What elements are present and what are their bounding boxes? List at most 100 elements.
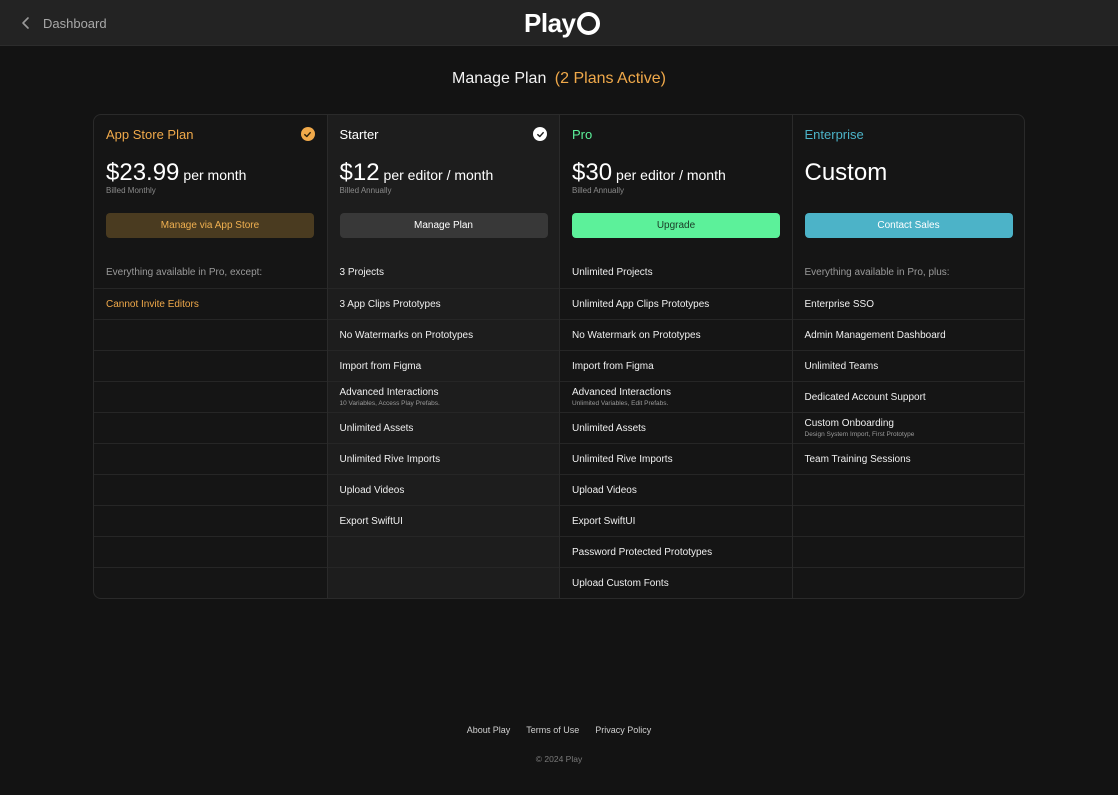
plan-price: $12 per editor / month [340, 159, 494, 187]
feature-row: Unlimited Projects [560, 257, 792, 288]
feature-list: 3 Projects 3 App Clips Prototypes No Wat… [327, 257, 560, 598]
feature-label: Export SwiftUI [572, 515, 636, 527]
feature-row: Import from Figma [560, 350, 792, 381]
plan-name: Starter [339, 127, 379, 142]
feature-label: Advanced Interactions [339, 387, 439, 398]
feature-row: Unlimited App Clips Prototypes [560, 288, 792, 319]
feature-label: Admin Management Dashboard [804, 329, 946, 341]
feature-label: No Watermark on Prototypes [572, 329, 701, 341]
feature-row-empty [94, 443, 327, 474]
back-label: Dashboard [43, 15, 107, 31]
logo-text: Play [524, 7, 576, 38]
feature-row: Advanced Interactions 10 Variables, Acce… [327, 381, 559, 412]
feature-label: Unlimited Assets [339, 422, 414, 434]
feature-row: Unlimited Teams [792, 350, 1024, 381]
plan-column-enterprise: Enterprise Custom Contact Sales Everythi… [791, 115, 1025, 598]
plan-header: App Store Plan $23.99 per month Billed M… [94, 115, 327, 257]
manage-via-app-store-button[interactable]: Manage via App Store [106, 213, 314, 238]
feature-row: Import from Figma [327, 350, 559, 381]
feature-row: Export SwiftUI [327, 505, 559, 536]
feature-label: Enterprise SSO [804, 298, 874, 310]
feature-row: Export SwiftUI [560, 505, 792, 536]
feature-row: Enterprise SSO [792, 288, 1024, 319]
plan-column-pro: Pro $30 per editor / month Billed Annual… [559, 115, 792, 598]
feature-label: Everything available in Pro, except: [106, 267, 263, 278]
feature-row: Custom Onboarding Design System Import, … [792, 412, 1024, 443]
feature-label: Upload Videos [339, 484, 405, 496]
upgrade-button[interactable]: Upgrade [572, 213, 780, 238]
feature-row-empty [327, 567, 559, 598]
feature-row: Unlimited Rive Imports [327, 443, 559, 474]
plan-price: $30 per editor / month [572, 159, 726, 187]
feature-row: Unlimited Assets [560, 412, 792, 443]
feature-label: Everything available in Pro, plus: [804, 267, 950, 278]
back-to-dashboard-link[interactable]: Dashboard [18, 11, 107, 35]
check-circle-icon [533, 127, 547, 141]
feature-row-empty [792, 536, 1024, 567]
billing-cycle: Billed Annually [572, 186, 625, 195]
feature-list: Everything available in Pro, except: Can… [94, 257, 327, 598]
feature-list: Unlimited Projects Unlimited App Clips P… [560, 257, 792, 598]
plan-price: $23.99 per month [106, 159, 246, 187]
feature-row: Everything available in Pro, except: [94, 257, 327, 288]
contact-sales-button[interactable]: Contact Sales [804, 213, 1013, 238]
feature-row-empty [94, 567, 327, 598]
feature-label: Unlimited Projects [572, 267, 653, 278]
feature-row: No Watermark on Prototypes [560, 319, 792, 350]
plans-table: App Store Plan $23.99 per month Billed M… [93, 114, 1025, 599]
feature-label: Unlimited Assets [572, 422, 646, 434]
price-amount: $12 [339, 159, 380, 186]
feature-row: Unlimited Rive Imports [560, 443, 792, 474]
feature-label: Import from Figma [572, 360, 654, 372]
feature-row: Upload Custom Fonts [560, 567, 792, 598]
feature-list: Everything available in Pro, plus: Enter… [792, 257, 1025, 598]
manage-plan-button[interactable]: Manage Plan [339, 213, 548, 238]
feature-row-empty [792, 567, 1024, 598]
feature-row: 3 Projects [328, 257, 560, 288]
plan-column-starter: Starter $12 per editor / month Billed An… [326, 115, 560, 598]
feature-sublabel: 10 Variables, Access Play Prefabs. [339, 400, 440, 407]
plan-header: Starter $12 per editor / month Billed An… [328, 115, 560, 257]
feature-row: Upload Videos [327, 474, 559, 505]
footer-links: About Play Terms of Use Privacy Policy [0, 725, 1118, 735]
feature-row: Cannot Invite Editors [94, 288, 327, 319]
price-amount: $30 [572, 159, 613, 186]
feature-row: Admin Management Dashboard [792, 319, 1024, 350]
feature-label: Dedicated Account Support [804, 391, 926, 403]
plan-column-app-store: App Store Plan $23.99 per month Billed M… [94, 115, 327, 598]
terms-of-use-link[interactable]: Terms of Use [526, 725, 579, 735]
feature-label: Unlimited Rive Imports [572, 453, 673, 465]
feature-row: Team Training Sessions [792, 443, 1024, 474]
plan-header: Pro $30 per editor / month Billed Annual… [560, 115, 792, 257]
billing-cycle: Billed Annually [339, 186, 392, 195]
billing-cycle: Billed Monthly [106, 186, 156, 195]
feature-label: Unlimited Teams [804, 360, 879, 372]
feature-row: Everything available in Pro, plus: [793, 257, 1025, 288]
plan-name: Enterprise [804, 127, 864, 142]
feature-label: No Watermarks on Prototypes [339, 329, 474, 341]
feature-label: Cannot Invite Editors [106, 298, 199, 310]
about-play-link[interactable]: About Play [467, 725, 511, 735]
plan-name: App Store Plan [106, 127, 194, 142]
feature-label: Team Training Sessions [804, 453, 911, 465]
feature-row-empty [94, 412, 327, 443]
feature-label: Unlimited Rive Imports [339, 453, 441, 465]
play-logo: Play [524, 7, 600, 38]
feature-sublabel: Design System Import, First Prototype [804, 431, 915, 438]
feature-row: No Watermarks on Prototypes [327, 319, 559, 350]
top-bar: Dashboard Play [0, 0, 1118, 46]
active-plans-count: (2 Plans Active) [554, 70, 666, 87]
feature-row: Upload Videos [560, 474, 792, 505]
feature-row: 3 App Clips Prototypes [327, 288, 559, 319]
plan-header: Enterprise Custom Contact Sales [793, 115, 1025, 257]
feature-row: Advanced Interactions Unlimited Variable… [560, 381, 792, 412]
feature-row: Dedicated Account Support [792, 381, 1024, 412]
feature-row-empty [792, 474, 1024, 505]
privacy-policy-link[interactable]: Privacy Policy [595, 725, 651, 735]
feature-label: Upload Videos [572, 484, 637, 496]
feature-label: Import from Figma [339, 360, 422, 372]
feature-row-empty [94, 536, 327, 567]
feature-label: Upload Custom Fonts [572, 577, 669, 589]
feature-row-empty [94, 505, 327, 536]
feature-row-empty [94, 474, 327, 505]
